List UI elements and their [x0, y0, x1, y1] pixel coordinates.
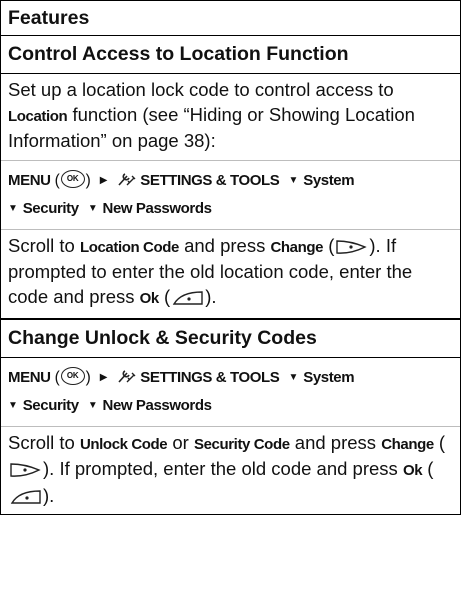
intro-text-end: function (see “Hiding or Showing Locatio…: [8, 103, 415, 152]
unlock-code-term: Unlock Code: [79, 435, 168, 453]
ok-term: Ok: [402, 462, 423, 480]
menu-label: MENU: [8, 171, 51, 189]
menu-label: MENU: [8, 368, 51, 386]
section-title-text: Control Access to Location Function: [8, 43, 349, 65]
center-key-icon: OK: [60, 366, 85, 385]
ok-term: Ok: [139, 289, 160, 307]
path-security: Security: [22, 199, 79, 217]
arrow-down-icon: ▼: [87, 399, 98, 411]
features-header: Features: [1, 1, 460, 36]
section-title-codes: Change Unlock & Security Codes: [1, 320, 460, 358]
left-soft-key-icon: [9, 489, 42, 505]
path-security: Security: [22, 396, 79, 414]
path-new-passwords: New Passwords: [102, 396, 212, 414]
path-system: System: [303, 171, 355, 189]
arrow-down-icon: ▼: [288, 174, 299, 186]
settings-tools-icon: [116, 367, 138, 385]
center-key-icon: OK: [60, 169, 85, 188]
section-location-body: Set up a location lock code to control a…: [1, 74, 460, 318]
settings-label: SETTINGS & TOOLS: [140, 171, 280, 189]
left-soft-key-icon: [171, 290, 204, 306]
location-term: Location: [8, 107, 68, 125]
arrow-right-icon: ▶: [99, 174, 108, 186]
security-code-term: Security Code: [193, 435, 290, 453]
path-new-passwords: New Passwords: [102, 199, 212, 217]
section-title-location: Control Access to Location Function: [1, 36, 460, 74]
intro-text: Set up a location lock code to control a…: [8, 79, 394, 100]
right-soft-key-icon: [9, 462, 42, 478]
change-term: Change: [270, 238, 324, 256]
arrow-down-icon: ▼: [8, 399, 18, 411]
right-soft-key-icon: [335, 239, 368, 255]
features-table: Features Control Access to Location Func…: [0, 0, 461, 516]
arrow-down-icon: ▼: [87, 202, 98, 214]
path-system: System: [303, 368, 355, 386]
arrow-down-icon: ▼: [288, 371, 299, 383]
features-header-title: Features: [8, 6, 90, 29]
change-term: Change: [381, 435, 434, 453]
location-code-term: Location Code: [79, 238, 179, 256]
settings-label: SETTINGS & TOOLS: [140, 368, 280, 386]
codes-instructions: Scroll to Unlock Code or Security Code a…: [8, 431, 446, 506]
location-instructions: Scroll to Location Code and press Change…: [8, 234, 413, 307]
menu-path-codes: MENU (OK) ▶ SETTINGS & TOOLS ▼ System ▼ Sec…: [1, 358, 460, 426]
arrow-down-icon: ▼: [8, 202, 18, 214]
section-codes-body: MENU (OK) ▶ SETTINGS & TOOLS ▼ System ▼ Sec…: [1, 358, 460, 515]
location-intro: Set up a location lock code to control a…: [1, 74, 460, 160]
menu-path-location: MENU (OK) ▶ SETTINGS & TOOLS ▼ System ▼ Sec…: [1, 161, 460, 229]
arrow-right-icon: ▶: [99, 371, 108, 383]
settings-tools-icon: [116, 170, 138, 188]
section-title-text: Change Unlock & Security Codes: [8, 326, 317, 349]
